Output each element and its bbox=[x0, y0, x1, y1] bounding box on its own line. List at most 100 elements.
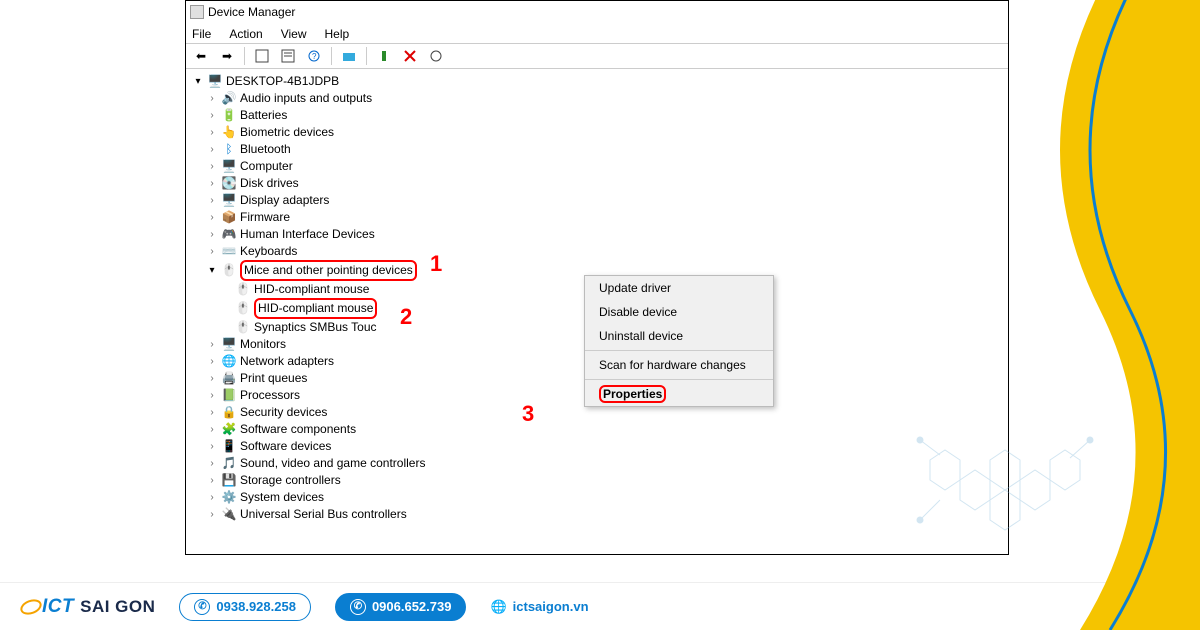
forward-button[interactable]: ➡ bbox=[216, 46, 238, 66]
mouse-icon: 🖱️ bbox=[236, 302, 250, 316]
tree-item[interactable]: ›📦Firmware bbox=[206, 209, 1002, 226]
logo-saigon: SAI GON bbox=[80, 597, 155, 617]
tree-item[interactable]: ›🔌Universal Serial Bus controllers bbox=[206, 506, 1002, 523]
phone-2[interactable]: ✆ 0906.652.739 bbox=[335, 593, 467, 621]
chevron-right-icon[interactable]: › bbox=[206, 489, 218, 506]
tree-item[interactable]: › 📱 Software devices bbox=[206, 438, 1002, 455]
context-update-driver[interactable]: Update driver bbox=[585, 276, 773, 300]
help-button[interactable]: ? bbox=[303, 46, 325, 66]
tree-item[interactable]: ›🔋Batteries bbox=[206, 107, 1002, 124]
firmware-icon: 📦 bbox=[222, 211, 236, 225]
printer-icon: 🖨️ bbox=[222, 372, 236, 386]
enable-button[interactable] bbox=[373, 46, 395, 66]
computer-icon: 🖥️ bbox=[222, 160, 236, 174]
chevron-right-icon[interactable]: › bbox=[206, 421, 218, 438]
back-button[interactable]: ⬅ bbox=[190, 46, 212, 66]
disk-icon: 💽 bbox=[222, 177, 236, 191]
mouse-icon: 🖱️ bbox=[222, 264, 236, 278]
tree-label: Keyboards bbox=[240, 243, 297, 260]
audio-icon: 🔊 bbox=[222, 92, 236, 106]
context-disable-device[interactable]: Disable device bbox=[585, 300, 773, 324]
separator bbox=[585, 379, 773, 380]
scan-button[interactable] bbox=[338, 46, 360, 66]
tree-label: Network adapters bbox=[240, 353, 334, 370]
tree-root[interactable]: ▾ 🖥️ DESKTOP-4B1JDPB bbox=[192, 73, 1002, 90]
menu-file[interactable]: File bbox=[192, 27, 211, 41]
separator bbox=[331, 47, 332, 65]
chevron-right-icon[interactable]: › bbox=[206, 455, 218, 472]
website[interactable]: 🌐 ictsaigon.vn bbox=[490, 599, 588, 615]
security-icon: 🔒 bbox=[222, 406, 236, 420]
chevron-right-icon[interactable]: › bbox=[206, 506, 218, 523]
chevron-right-icon[interactable]: › bbox=[206, 404, 218, 421]
menubar: File Action View Help bbox=[186, 23, 1008, 43]
separator bbox=[366, 47, 367, 65]
chevron-right-icon[interactable]: › bbox=[206, 107, 218, 124]
menu-help[interactable]: Help bbox=[325, 27, 350, 41]
processor-icon: 📗 bbox=[222, 389, 236, 403]
phone-1[interactable]: ✆ 0938.928.258 bbox=[179, 593, 311, 621]
tree-item[interactable]: › 🖥️ Display adapters bbox=[206, 192, 1002, 209]
menu-view[interactable]: View bbox=[281, 27, 307, 41]
context-menu: Update driver Disable device Uninstall d… bbox=[584, 275, 774, 407]
hid-icon: 🎮 bbox=[222, 228, 236, 242]
tree-item[interactable]: ›🎮Human Interface Devices bbox=[206, 226, 1002, 243]
chevron-right-icon[interactable]: › bbox=[206, 226, 218, 243]
tree-item[interactable]: ›ᛒBluetooth bbox=[206, 141, 1002, 158]
tree-item[interactable]: ›🔊Audio inputs and outputs bbox=[206, 90, 1002, 107]
svg-text:?: ? bbox=[312, 52, 317, 61]
device-manager-window: Device Manager File Action View Help ⬅ ➡… bbox=[185, 0, 1009, 555]
display-icon: 🖥️ bbox=[222, 194, 236, 208]
tree-item[interactable]: ›👆Biometric devices bbox=[206, 124, 1002, 141]
tree-label: Processors bbox=[240, 387, 300, 404]
context-scan-hardware[interactable]: Scan for hardware changes bbox=[585, 353, 773, 377]
chevron-right-icon[interactable]: › bbox=[206, 336, 218, 353]
tree-label-highlighted: Mice and other pointing devices bbox=[240, 260, 417, 281]
tree-label-highlighted: HID-compliant mouse bbox=[254, 298, 377, 319]
chevron-right-icon[interactable]: › bbox=[206, 158, 218, 175]
sound-icon: 🎵 bbox=[222, 457, 236, 471]
update-button[interactable] bbox=[425, 46, 447, 66]
chevron-down-icon[interactable]: ▾ bbox=[206, 262, 218, 279]
tree-label: Batteries bbox=[240, 107, 287, 124]
titlebar: Device Manager bbox=[186, 1, 1008, 23]
keyboard-icon: ⌨️ bbox=[222, 245, 236, 259]
context-properties[interactable]: Properties bbox=[585, 382, 773, 406]
phone-icon: ✆ bbox=[194, 599, 210, 615]
show-hidden-button[interactable] bbox=[251, 46, 273, 66]
tree-item[interactable]: ›🖥️Computer bbox=[206, 158, 1002, 175]
tree-item[interactable]: ›⚙️System devices bbox=[206, 489, 1002, 506]
properties-button[interactable] bbox=[277, 46, 299, 66]
tree-item[interactable]: ›💽Disk drives bbox=[206, 175, 1002, 192]
tree-label: Display adapters bbox=[240, 192, 329, 209]
chevron-right-icon[interactable]: › bbox=[206, 438, 218, 455]
chevron-right-icon[interactable]: › bbox=[206, 353, 218, 370]
tree-item[interactable]: ›🎵Sound, video and game controllers bbox=[206, 455, 1002, 472]
tree-label: Software devices bbox=[240, 438, 331, 455]
chevron-down-icon[interactable]: ▾ bbox=[192, 73, 204, 90]
chevron-right-icon[interactable]: › bbox=[206, 124, 218, 141]
tree-item[interactable]: ›💾Storage controllers bbox=[206, 472, 1002, 489]
logo-swoosh-icon bbox=[20, 596, 42, 618]
tree-item[interactable]: ›🧩Software components bbox=[206, 421, 1002, 438]
chevron-right-icon[interactable]: › bbox=[206, 370, 218, 387]
tree-item[interactable]: › ⌨️ Keyboards bbox=[206, 243, 1002, 260]
chevron-right-icon[interactable]: › bbox=[206, 472, 218, 489]
chevron-right-icon[interactable]: › bbox=[206, 175, 218, 192]
tree-label: Universal Serial Bus controllers bbox=[240, 506, 407, 523]
root-label: DESKTOP-4B1JDPB bbox=[226, 73, 339, 90]
menu-action[interactable]: Action bbox=[229, 27, 262, 41]
network-icon: 🌐 bbox=[222, 355, 236, 369]
disable-button[interactable] bbox=[399, 46, 421, 66]
context-uninstall-device[interactable]: Uninstall device bbox=[585, 324, 773, 348]
tree-label: Synaptics SMBus Touc bbox=[254, 319, 377, 336]
chevron-right-icon[interactable]: › bbox=[206, 90, 218, 107]
chevron-right-icon[interactable]: › bbox=[206, 243, 218, 260]
software-icon: 📱 bbox=[222, 440, 236, 454]
computer-icon: 🖥️ bbox=[208, 75, 222, 89]
chevron-right-icon[interactable]: › bbox=[206, 192, 218, 209]
chevron-right-icon[interactable]: › bbox=[206, 141, 218, 158]
tree-label: Print queues bbox=[240, 370, 307, 387]
chevron-right-icon[interactable]: › bbox=[206, 387, 218, 404]
chevron-right-icon[interactable]: › bbox=[206, 209, 218, 226]
